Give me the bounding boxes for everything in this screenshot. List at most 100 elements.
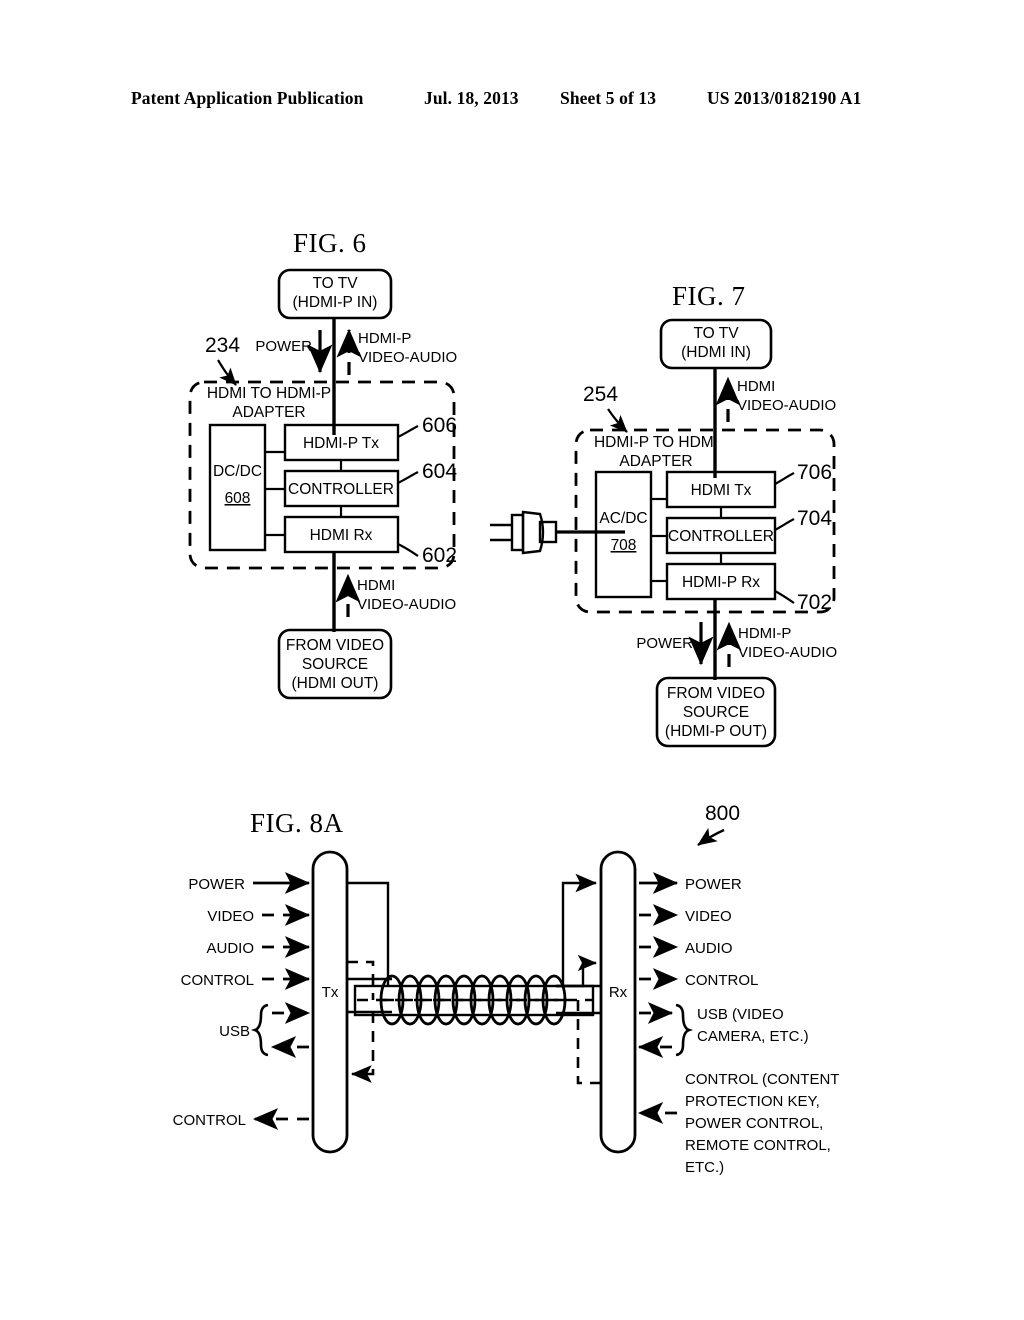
- fig6-bottom-label-line2: VIDEO-AUDIO: [357, 596, 456, 613]
- fig6-dcdc-block: DC/DC 608: [208, 423, 267, 552]
- fig8a-right-label-usb-line2: CAMERA, ETC.): [697, 1028, 809, 1045]
- fig8a-right-label-control-line4: REMOTE CONTROL,: [685, 1137, 831, 1154]
- fig8a-rx-power-route: [561, 873, 597, 986]
- fig6-source-line1: FROM VIDEO: [286, 637, 384, 654]
- fig7-to-tv-line2: (HDMI IN): [681, 344, 751, 361]
- fig7-adapter-title-line2: ADAPTER: [619, 453, 692, 470]
- fig6-ref-602: 602: [422, 544, 457, 567]
- fig8a-right-label-control: CONTROL: [685, 972, 758, 989]
- fig8a-right-label-control-line5: ETC.): [685, 1159, 724, 1176]
- fig6-ref-604: 604: [422, 460, 457, 483]
- fig8a-left-signals: POWER VIDEO AUDIO CONTROL USB CONTROL: [173, 872, 311, 1130]
- fig6-video-audio-label-line1: HDMI-P: [358, 330, 411, 347]
- fig8a-rx-label: Rx: [609, 984, 628, 1001]
- fig6-adapter-title-line1: HDMI TO HDMI-P: [207, 385, 331, 402]
- figure-7: FIG. 7 TO TV (HDMI IN) HDMI VIDEO-AUDIO …: [490, 281, 837, 748]
- fig7-to-tv-line1: TO TV: [693, 325, 739, 342]
- fig8a-tx-label: Tx: [322, 984, 339, 1001]
- figure-7-title: FIG. 7: [672, 281, 746, 311]
- fig7-source-line1: FROM VIDEO: [667, 685, 765, 702]
- figure-8a-title: FIG. 8A: [250, 808, 344, 838]
- fig8a-tx-control-route: [347, 960, 375, 1000]
- fig6-bottom-label-line1: HDMI: [357, 577, 395, 594]
- fig6-to-tv-node: TO TV (HDMI-P IN): [277, 268, 393, 320]
- fig8a-rx-unit: Rx: [599, 850, 637, 1154]
- fig7-bottom-label-line2: VIDEO-AUDIO: [738, 644, 837, 661]
- figure-8a: FIG. 8A 800 Tx Rx POWER VIDEO AUDIO CONT…: [173, 802, 840, 1176]
- fig8a-ref-numeral: 800: [705, 802, 740, 825]
- fig6-block-controller-label: CONTROLLER: [288, 481, 394, 498]
- fig8a-left-label-video: VIDEO: [207, 908, 254, 925]
- fig6-to-tv-line2: (HDMI-P IN): [293, 294, 378, 311]
- fig6-source-line3: (HDMI OUT): [292, 675, 379, 692]
- fig8a-tx-unit: Tx: [311, 850, 349, 1154]
- fig6-dcdc-label: DC/DC: [213, 463, 262, 480]
- ac-power-plug-icon: [490, 510, 612, 555]
- fig8a-left-label-control: CONTROL: [181, 972, 254, 989]
- drawing-canvas: FIG. 6 TO TV (HDMI-P IN) POWER HDMI-P VI…: [173, 228, 840, 1176]
- fig6-dcdc-ref: 608: [225, 490, 251, 507]
- fig8a-right-label-power: POWER: [685, 876, 742, 893]
- fig7-block-hdmi-tx-label: HDMI Tx: [691, 482, 752, 499]
- fig6-video-audio-label-line2: VIDEO-AUDIO: [358, 349, 457, 366]
- fig7-video-audio-label-line1: HDMI: [737, 378, 775, 395]
- fig8a-tx-return-route: [350, 1012, 375, 1083]
- fig6-leader-604: [397, 471, 419, 484]
- fig7-ref-numeral: 254: [583, 383, 618, 406]
- fig7-acdc-label: AC/DC: [599, 510, 647, 527]
- fig7-to-tv-node: TO TV (HDMI IN): [659, 318, 773, 370]
- fig7-ref-leader: [607, 408, 628, 433]
- fig6-block-hdmip-tx: HDMI-P Tx 606: [283, 414, 457, 462]
- fig8a-right-label-control-line3: POWER CONTROL,: [685, 1115, 823, 1132]
- fig7-ref-704: 704: [797, 507, 832, 530]
- fig7-leader-706: [774, 472, 795, 485]
- fig7-block-controller: CONTROLLER 704: [665, 507, 832, 555]
- fig6-to-tv-line1: TO TV: [312, 275, 358, 292]
- fig6-ref-606: 606: [422, 414, 457, 437]
- fig7-power-label: POWER: [636, 635, 693, 652]
- fig8a-tx-power-route: [347, 881, 390, 986]
- fig7-acdc-ref: 708: [611, 537, 637, 554]
- figure-6-title: FIG. 6: [293, 228, 367, 258]
- fig7-from-video-source-node: FROM VIDEO SOURCE (HDMI-P OUT): [655, 676, 777, 748]
- fig6-ref-numeral: 234: [205, 334, 240, 357]
- fig7-adapter-title-line1: HDMI-P TO HDMI: [594, 434, 718, 451]
- fig8a-right-label-usb-line1: USB (VIDEO: [697, 1006, 784, 1023]
- fig6-block-hdmip-tx-label: HDMI-P Tx: [303, 435, 379, 452]
- fig7-block-controller-label: CONTROLLER: [668, 528, 774, 545]
- fig7-ref-706: 706: [797, 461, 832, 484]
- fig6-power-label: POWER: [255, 338, 312, 355]
- fig7-leader-702: [774, 590, 795, 604]
- fig8a-right-label-control-line1: CONTROL (CONTENT: [685, 1071, 839, 1088]
- fig7-source-line2: SOURCE: [683, 704, 749, 721]
- fig6-from-video-source-node: FROM VIDEO SOURCE (HDMI OUT): [277, 628, 393, 700]
- fig8a-left-label-usb: USB: [219, 1023, 250, 1040]
- fig8a-usb-brace-left: [250, 1003, 269, 1057]
- fig7-leader-704: [774, 518, 795, 531]
- fig8a-right-label-audio: AUDIO: [685, 940, 733, 957]
- fig8a-left-label-control-out: CONTROL: [173, 1112, 246, 1129]
- patent-drawing-page: Patent Application Publication Jul. 18, …: [0, 0, 1024, 1320]
- fig7-source-line3: (HDMI-P OUT): [665, 723, 767, 740]
- fig8a-right-signals: POWER VIDEO AUDIO CONTROL USB (VIDEO CAM…: [637, 872, 839, 1176]
- fig8a-usb-brace-right: [675, 1003, 694, 1057]
- fig8a-ref-leader: [697, 827, 725, 846]
- fig6-adapter-title-line2: ADAPTER: [232, 404, 305, 421]
- fig6-block-hdmi-rx-label: HDMI Rx: [310, 527, 373, 544]
- fig7-video-audio-label-line2: VIDEO-AUDIO: [737, 397, 836, 414]
- fig6-leader-606: [397, 425, 419, 438]
- fig8a-right-label-control-line2: PROTECTION KEY,: [685, 1093, 820, 1110]
- fig7-block-hdmip-rx-label: HDMI-P Rx: [682, 574, 760, 591]
- figure-6: FIG. 6 TO TV (HDMI-P IN) POWER HDMI-P VI…: [188, 228, 457, 700]
- fig7-block-hdmip-rx: HDMI-P Rx 702: [665, 562, 832, 614]
- fig6-block-hdmi-rx: HDMI Rx 602: [283, 515, 457, 567]
- fig6-leader-602: [397, 543, 419, 557]
- fig6-source-line2: SOURCE: [302, 656, 368, 673]
- fig6-block-controller: CONTROLLER 604: [283, 460, 457, 508]
- fig7-acdc-block: AC/DC 708: [594, 470, 653, 599]
- fig8a-right-label-video: VIDEO: [685, 908, 732, 925]
- fig7-ref-702: 702: [797, 591, 832, 614]
- fig7-bottom-label-line1: HDMI-P: [738, 625, 791, 642]
- fig8a-left-label-audio: AUDIO: [206, 940, 254, 957]
- fig8a-left-label-power: POWER: [188, 876, 245, 893]
